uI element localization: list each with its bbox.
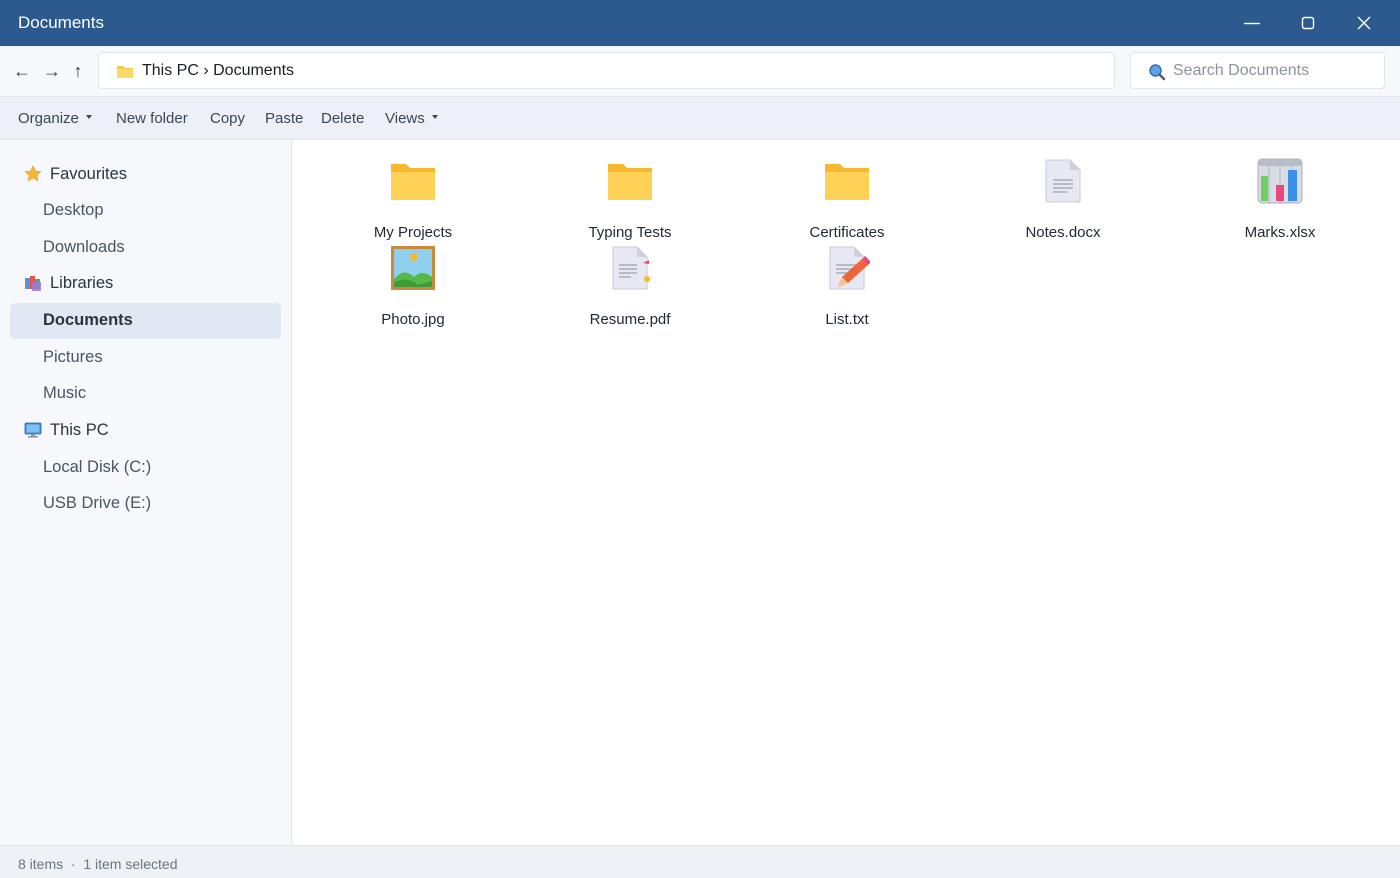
minimize-button[interactable] [1224, 0, 1280, 46]
sidebar-item-libraries[interactable]: Libraries [10, 266, 281, 302]
views-menu[interactable]: Views [385, 110, 438, 127]
file-item[interactable]: Resume.pdf [550, 245, 710, 328]
file-name: Marks.xlsx [1244, 224, 1316, 241]
sidebar-label: Music [43, 384, 87, 402]
file-item[interactable]: My Projects [333, 158, 493, 241]
file-name: My Projects [373, 224, 453, 241]
file-name: Notes.docx [1025, 224, 1101, 241]
close-icon [1357, 16, 1371, 30]
forward-button[interactable]: → [41, 58, 63, 84]
maximize-icon [1301, 16, 1315, 30]
new-folder-button[interactable]: New folder [116, 110, 188, 127]
maximize-button[interactable] [1280, 0, 1336, 46]
up-button[interactable]: ↑ [67, 58, 89, 84]
file-item[interactable]: Typing Tests [550, 158, 710, 241]
sidebar-label: Downloads [43, 238, 125, 256]
sidebar-label: Libraries [50, 274, 114, 292]
sidebar-label: Favourites [50, 165, 128, 183]
libraries-icon [25, 276, 41, 291]
search-box[interactable] [1130, 52, 1385, 89]
minimize-icon [1244, 22, 1260, 25]
sidebar-item-pictures[interactable]: Pictures [10, 340, 281, 376]
sidebar-label: Pictures [43, 348, 103, 366]
paste-button[interactable]: Paste [265, 110, 303, 127]
sidebar-label: Documents [43, 311, 133, 329]
file-name: Typing Tests [588, 224, 672, 241]
sidebar-item-usb-drive[interactable]: USB Drive (E:) [10, 486, 281, 522]
file-view: My Projects Typing Tests Certificates No… [293, 140, 1400, 845]
star-icon [24, 165, 42, 182]
status-bar: 8 items · 1 item selected [0, 845, 1400, 878]
folder-icon [117, 66, 133, 78]
sidebar-label: This PC [50, 421, 109, 439]
search-input[interactable] [1173, 60, 1373, 82]
command-toolbar: Organize New folder Copy Paste Delete Vi… [0, 97, 1400, 140]
file-name: Certificates [809, 224, 885, 241]
organize-menu[interactable]: Organize [18, 110, 92, 127]
navigation-pane: Favourites Desktop Downloads Libraries D… [0, 140, 292, 845]
text-file-icon [829, 246, 870, 290]
file-item[interactable]: Photo.jpg [333, 245, 493, 328]
delete-button[interactable]: Delete [321, 110, 364, 127]
sidebar-item-desktop[interactable]: Desktop [10, 193, 281, 229]
folder-icon [825, 164, 869, 200]
address-bar[interactable]: This PC › Documents [98, 52, 1115, 89]
file-item[interactable]: Marks.xlsx [1200, 158, 1360, 241]
file-name: Resume.pdf [589, 311, 671, 328]
sidebar-label: Local Disk (C:) [43, 458, 152, 476]
file-name: List.txt [825, 311, 869, 328]
document-icon [1045, 159, 1081, 203]
address-path: This PC › Documents [142, 62, 295, 79]
views-label: Views [385, 110, 425, 127]
folder-icon [608, 164, 652, 200]
computer-icon [24, 422, 42, 438]
search-icon [1149, 64, 1166, 81]
folder-icon [391, 164, 435, 200]
sidebar-item-local-disk[interactable]: Local Disk (C:) [10, 450, 281, 486]
sidebar-item-documents[interactable]: Documents [10, 303, 281, 339]
pdf-icon [612, 246, 650, 290]
file-name: Photo.jpg [381, 311, 445, 328]
back-button[interactable]: ← [11, 58, 33, 84]
sidebar-label: Desktop [43, 201, 104, 219]
sidebar-item-downloads[interactable]: Downloads [10, 230, 281, 266]
copy-button[interactable]: Copy [210, 110, 245, 127]
file-item[interactable]: List.txt [767, 245, 927, 328]
title-bar: Documents [0, 0, 1400, 46]
window-title: Documents [18, 13, 104, 32]
sidebar-item-favourites[interactable]: Favourites [10, 157, 281, 193]
sidebar-item-music[interactable]: Music [10, 376, 281, 412]
caret-down-icon [431, 115, 438, 120]
image-icon [391, 246, 435, 290]
file-item[interactable]: Notes.docx [983, 158, 1143, 241]
caret-down-icon [85, 115, 92, 120]
sidebar-label: USB Drive (E:) [43, 494, 152, 512]
close-button[interactable] [1336, 0, 1392, 46]
file-item[interactable]: Certificates [767, 158, 927, 241]
organize-label: Organize [18, 110, 79, 127]
sidebar-item-this-pc[interactable]: This PC [10, 413, 281, 449]
spreadsheet-icon [1257, 158, 1303, 204]
address-row: ← → ↑ This PC › Documents [0, 46, 1400, 97]
status-text: 8 items · 1 item selected [18, 856, 178, 872]
